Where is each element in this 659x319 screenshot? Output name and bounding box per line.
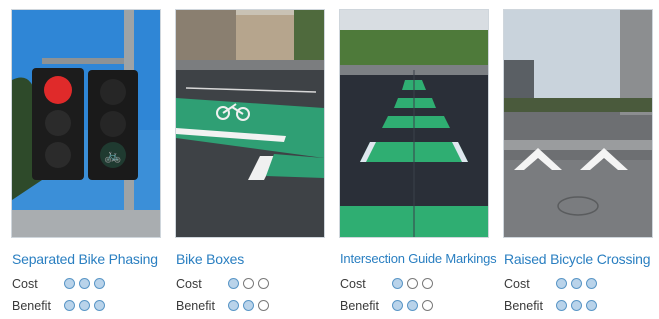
card-bike-boxes: Bike Boxes Cost Benefit bbox=[175, 0, 327, 319]
rating-dot bbox=[586, 300, 597, 311]
rating-dot bbox=[258, 278, 269, 289]
benefit-rating bbox=[64, 300, 109, 314]
cost-label: Cost bbox=[504, 277, 530, 291]
rating-dot bbox=[571, 300, 582, 311]
cost-rating bbox=[392, 278, 437, 292]
guide-markings-photo bbox=[339, 9, 489, 238]
benefit-row: Benefit bbox=[176, 299, 269, 313]
rating-dot bbox=[243, 278, 254, 289]
cost-row: Cost bbox=[176, 277, 269, 291]
rating-dot bbox=[94, 278, 105, 289]
cost-rating bbox=[228, 278, 273, 292]
traffic-signal-photo: 🚲 bbox=[11, 9, 161, 238]
cost-row: Cost bbox=[340, 277, 433, 291]
benefit-label: Benefit bbox=[504, 299, 543, 313]
card-intersection-guide-markings: Intersection Guide Markings Cost Benefit bbox=[339, 0, 497, 319]
svg-text:🚲: 🚲 bbox=[104, 148, 121, 164]
rating-dot bbox=[258, 300, 269, 311]
card-separated-bike-phasing: 🚲 Separated Bike Phasing Cost Benefit bbox=[11, 0, 163, 319]
cost-label: Cost bbox=[12, 277, 38, 291]
benefit-rating bbox=[392, 300, 437, 314]
cost-label: Cost bbox=[176, 277, 202, 291]
benefit-row: Benefit bbox=[12, 299, 105, 313]
rating-dot bbox=[228, 300, 239, 311]
rating-dot bbox=[243, 300, 254, 311]
rating-dot bbox=[407, 278, 418, 289]
rating-dot bbox=[556, 300, 567, 311]
benefit-row: Benefit bbox=[504, 299, 597, 313]
card-title: Raised Bicycle Crossing bbox=[504, 251, 651, 267]
benefit-rating bbox=[228, 300, 273, 314]
benefit-label: Benefit bbox=[176, 299, 215, 313]
cost-row: Cost bbox=[12, 277, 105, 291]
rating-dot bbox=[422, 300, 433, 311]
benefit-row: Benefit bbox=[340, 299, 433, 313]
bike-box-photo bbox=[175, 9, 325, 238]
rating-dot bbox=[228, 278, 239, 289]
rating-dot bbox=[64, 300, 75, 311]
cost-rating bbox=[64, 278, 109, 292]
benefit-rating bbox=[556, 300, 601, 314]
rating-dot bbox=[422, 278, 433, 289]
rating-dot bbox=[94, 300, 105, 311]
rating-dot bbox=[79, 300, 90, 311]
rating-dot bbox=[64, 278, 75, 289]
rating-dot bbox=[407, 300, 418, 311]
benefit-label: Benefit bbox=[340, 299, 379, 313]
card-title: Intersection Guide Markings bbox=[340, 251, 497, 266]
cost-row: Cost bbox=[504, 277, 597, 291]
rating-dot bbox=[392, 300, 403, 311]
rating-dot bbox=[571, 278, 582, 289]
benefit-label: Benefit bbox=[12, 299, 51, 313]
rating-dot bbox=[556, 278, 567, 289]
card-title: Bike Boxes bbox=[176, 251, 245, 267]
card-title: Separated Bike Phasing bbox=[12, 251, 158, 267]
raised-crossing-photo bbox=[503, 9, 653, 238]
rating-dot bbox=[586, 278, 597, 289]
card-raised-bicycle-crossing: Raised Bicycle Crossing Cost Benefit bbox=[503, 0, 655, 319]
cost-label: Cost bbox=[340, 277, 366, 291]
rating-dot bbox=[79, 278, 90, 289]
cost-rating bbox=[556, 278, 601, 292]
rating-dot bbox=[392, 278, 403, 289]
